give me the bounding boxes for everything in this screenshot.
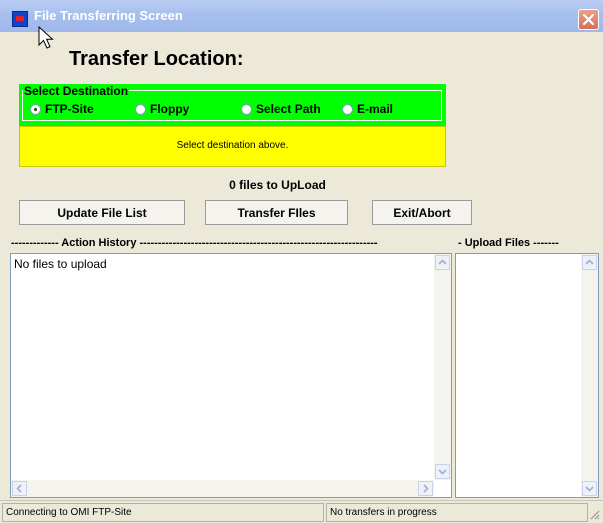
destination-group: Select Destination FTP-Site Floppy Selec… [19, 84, 446, 126]
radio-floppy[interactable]: Floppy [135, 101, 189, 117]
chevron-up-icon [438, 259, 447, 265]
action-history-vertical-scrollbar[interactable] [434, 254, 451, 480]
chevron-down-icon [585, 486, 594, 492]
scroll-up-button[interactable] [435, 255, 450, 270]
scroll-left-button[interactable] [12, 481, 27, 496]
chevron-left-icon [16, 484, 22, 493]
radio-ftp-site[interactable]: FTP-Site [30, 101, 94, 117]
destination-message: Select destination above. [176, 140, 289, 151]
chevron-right-icon [423, 484, 429, 493]
destination-legend: Select Destination [23, 84, 130, 98]
status-bar: Connecting to OMI FTP-Site No transfers … [0, 500, 603, 523]
file-transfer-window: File Transferring Screen Transfer Locati… [0, 0, 603, 523]
radio-label: Floppy [150, 102, 190, 116]
title-bar[interactable]: File Transferring Screen [0, 0, 603, 32]
scroll-up-button[interactable] [582, 255, 597, 270]
transfer-files-button[interactable]: Transfer FIles [205, 200, 348, 225]
upload-files-vertical-scrollbar[interactable] [581, 254, 598, 497]
radio-label: FTP-Site [45, 102, 94, 116]
radio-unchecked-icon [342, 103, 353, 115]
upload-files-list[interactable] [455, 253, 599, 498]
close-icon [583, 14, 594, 25]
radio-label: Select Path [256, 102, 321, 116]
status-connection: Connecting to OMI FTP-Site [2, 503, 324, 522]
action-history-list[interactable]: No files to upload [10, 253, 452, 498]
action-history-horizontal-scrollbar[interactable] [11, 480, 434, 497]
radio-e-mail[interactable]: E-mail [342, 101, 393, 117]
radio-checked-icon [30, 103, 41, 115]
files-to-upload-count: 0 files to UpLoad [229, 178, 326, 192]
scroll-right-button[interactable] [418, 481, 433, 496]
scroll-down-button[interactable] [435, 464, 450, 479]
page-title: Transfer Location: [69, 48, 244, 70]
action-history-text: No files to upload [14, 257, 107, 271]
radio-label: E-mail [357, 102, 394, 116]
close-button[interactable] [578, 9, 599, 30]
radio-unchecked-icon [241, 103, 252, 115]
action-history-label: ------------- Action History -----------… [11, 237, 378, 249]
radio-unchecked-icon [135, 103, 146, 115]
status-transfers: No transfers in progress [326, 503, 588, 522]
chevron-down-icon [438, 469, 447, 475]
radio-select-path[interactable]: Select Path [241, 101, 321, 117]
scroll-down-button[interactable] [582, 481, 597, 496]
window-title: File Transferring Screen [34, 8, 183, 23]
mouse-pointer-icon [38, 26, 54, 49]
exit-abort-button[interactable]: Exit/Abort [372, 200, 472, 225]
upload-files-label: - Upload Files ------- [458, 237, 559, 249]
app-icon [12, 11, 28, 27]
destination-message-box: Select destination above. [19, 126, 446, 167]
chevron-up-icon [585, 259, 594, 265]
resize-grip-icon[interactable] [588, 508, 600, 520]
update-file-list-button[interactable]: Update File List [19, 200, 185, 225]
